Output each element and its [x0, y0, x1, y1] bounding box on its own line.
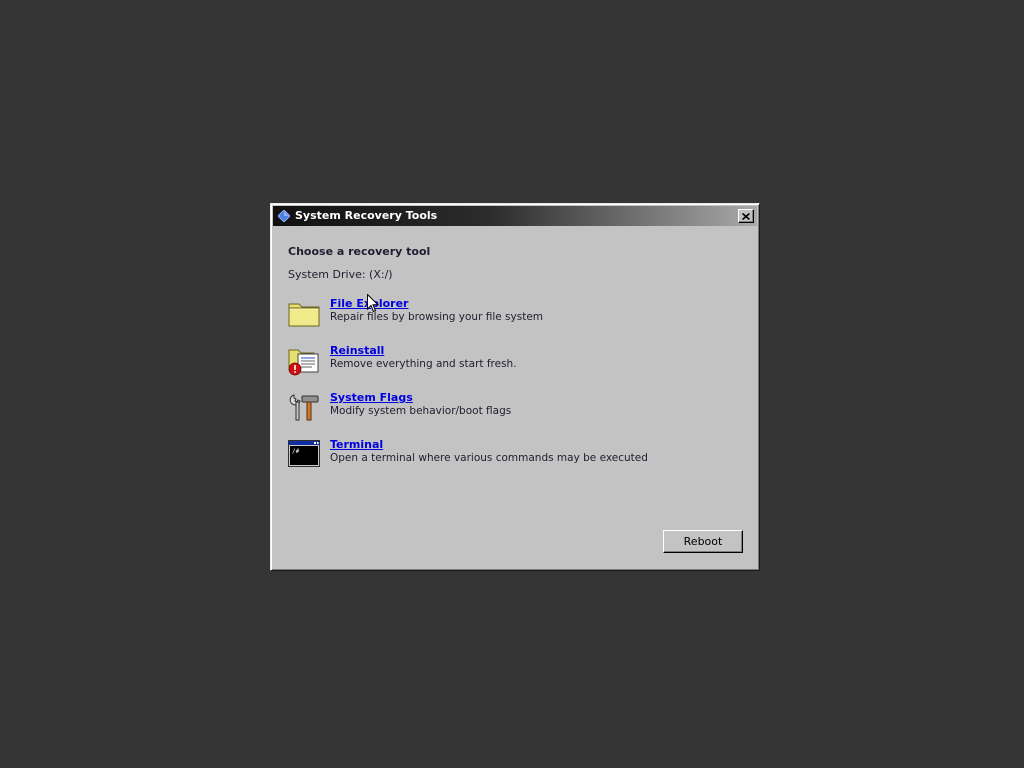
terminal-icon: /#: [288, 440, 320, 467]
tools-icon: [289, 394, 319, 421]
system-flags-link[interactable]: System Flags: [330, 391, 413, 404]
svg-text:/#: /#: [292, 448, 300, 455]
folder-icon: [288, 303, 320, 327]
window-content: Choose a recovery tool System Drive: (X:…: [271, 226, 759, 570]
terminal-link[interactable]: Terminal: [330, 438, 383, 451]
tool-system-flags: System Flags Modify system behavior/boot…: [288, 391, 728, 427]
mouse-cursor-icon: [367, 294, 379, 313]
reinstall-icon: [288, 349, 319, 376]
tool-file-explorer: File Explorer Repair files by browsing y…: [288, 297, 728, 333]
page-title: Choose a recovery tool: [288, 245, 431, 258]
tool-terminal: /# Terminal Open a terminal where variou…: [288, 438, 728, 474]
reboot-button[interactable]: Reboot: [663, 530, 743, 553]
window-title: System Recovery Tools: [295, 209, 438, 222]
tool-reinstall: Reinstall Remove everything and start fr…: [288, 344, 728, 380]
diamond-icon: [278, 210, 290, 222]
system-drive-label: System Drive: (X:/): [288, 268, 393, 281]
desktop: System Recovery Tools Choose a recovery …: [0, 0, 1024, 768]
close-button[interactable]: [738, 209, 754, 223]
system-flags-description: Modify system behavior/boot flags: [330, 405, 512, 417]
file-explorer-description: Repair files by browsing your file syste…: [330, 311, 544, 323]
reinstall-description: Remove everything and start fresh.: [330, 358, 517, 370]
title-bar[interactable]: System Recovery Tools: [273, 206, 757, 226]
terminal-description: Open a terminal where various commands m…: [330, 452, 648, 464]
recovery-window: System Recovery Tools Choose a recovery …: [270, 203, 760, 571]
close-icon: [742, 212, 750, 220]
reinstall-link[interactable]: Reinstall: [330, 344, 384, 357]
